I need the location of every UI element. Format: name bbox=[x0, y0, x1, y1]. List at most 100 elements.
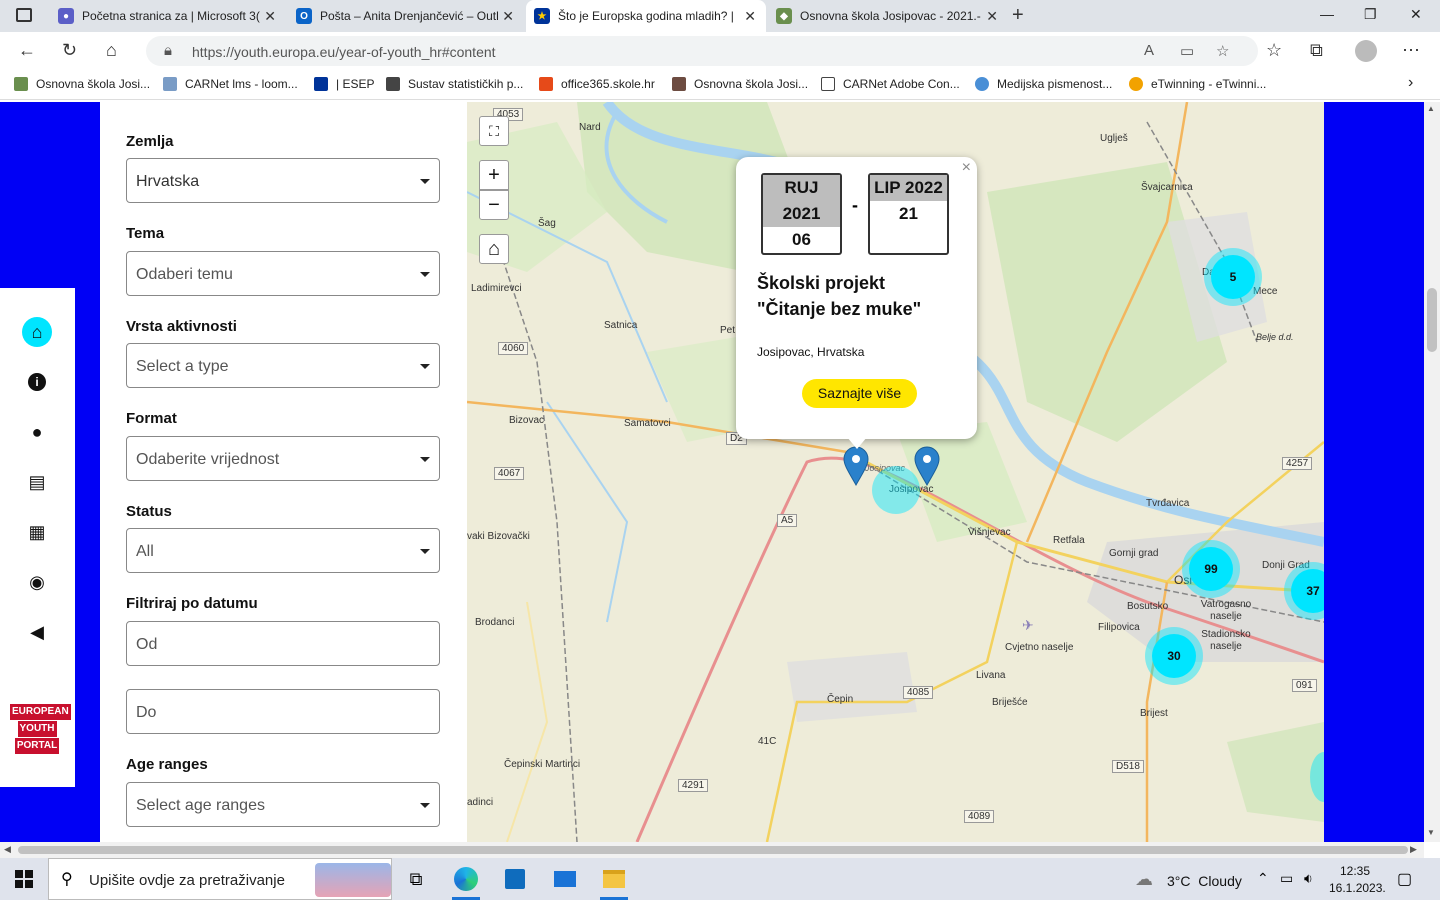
home-icon[interactable]: ⌂ bbox=[22, 317, 52, 347]
back-icon[interactable]: ← bbox=[18, 40, 36, 61]
learn-more-button[interactable]: Saznajte više bbox=[802, 379, 917, 408]
volume-icon[interactable]: 🔉︎ bbox=[1304, 870, 1313, 887]
browser-tab[interactable]: O Pošta – Anita Drenjančević – Outl ✕ bbox=[288, 0, 524, 32]
zoom-out-button[interactable]: − bbox=[479, 190, 509, 220]
date-from-input[interactable]: Od bbox=[126, 621, 440, 666]
close-icon[interactable]: × bbox=[962, 159, 971, 177]
scroll-right-icon[interactable]: ▶ bbox=[1410, 844, 1417, 855]
task-view-icon[interactable]: ⧉ bbox=[401, 864, 431, 894]
minimize-button[interactable]: — bbox=[1320, 6, 1334, 22]
scroll-down-icon[interactable]: ▼ bbox=[1427, 828, 1435, 837]
clock-time[interactable]: 12:35 bbox=[1340, 864, 1370, 878]
windows-taskbar: ⚲ Upišite ovdje za pretraživanje ⧉ ☁ 3°C… bbox=[0, 858, 1440, 900]
location-pin-icon[interactable] bbox=[843, 446, 869, 486]
activity-type-value: Select a type bbox=[136, 358, 229, 375]
end-date-box: LIP 2022 21 bbox=[868, 173, 949, 255]
bookmark-item[interactable]: eTwinning - eTwinni... bbox=[1129, 77, 1266, 91]
close-tab-icon[interactable]: ✕ bbox=[264, 8, 276, 25]
home-icon[interactable]: ⌂ bbox=[106, 40, 117, 61]
marker-cluster[interactable]: 30 bbox=[1145, 627, 1203, 685]
close-tab-icon[interactable]: ✕ bbox=[502, 8, 514, 25]
browser-tab-active[interactable]: ★ Što je Europska godina mladih? | ✕ bbox=[526, 0, 766, 32]
browser-tab[interactable]: ● Početna stranica za | Microsoft 3( ✕ bbox=[50, 0, 286, 32]
more-menu-icon[interactable]: ⋯ bbox=[1402, 40, 1420, 61]
bookmark-item[interactable]: Osnovna škola Josi... bbox=[672, 77, 808, 91]
library-icon[interactable]: ▦ bbox=[22, 517, 52, 547]
theme-select[interactable]: Odaberi temu bbox=[126, 251, 440, 296]
scrollbar-thumb[interactable] bbox=[1427, 288, 1437, 352]
end-day: 21 bbox=[899, 204, 918, 223]
activity-type-select[interactable]: Select a type bbox=[126, 343, 440, 388]
bookmarks-overflow-icon[interactable]: › bbox=[1408, 74, 1413, 92]
cloud-icon[interactable]: ☁ bbox=[1135, 869, 1153, 890]
new-tab-button[interactable]: + bbox=[1012, 4, 1024, 27]
bookmark-item[interactable]: Medijska pismenost... bbox=[975, 77, 1112, 91]
app-available-icon[interactable]: ▭ bbox=[1180, 42, 1194, 60]
profile-avatar[interactable] bbox=[1355, 40, 1377, 62]
megaphone-icon[interactable]: ◀ bbox=[22, 617, 52, 647]
location-pin-icon[interactable]: ● bbox=[22, 417, 52, 447]
network-icon[interactable]: ▭ bbox=[1280, 870, 1293, 887]
road-number: A5 bbox=[777, 514, 798, 527]
start-year: 2021 bbox=[763, 201, 840, 227]
edge-icon[interactable] bbox=[451, 864, 481, 894]
windows-start-icon[interactable] bbox=[9, 864, 39, 894]
country-select[interactable]: Hrvatska bbox=[126, 158, 440, 203]
date-to-input[interactable]: Do bbox=[126, 689, 440, 734]
address-bar[interactable]: 🔒︎ https://youth.europa.eu/year-of-youth… bbox=[146, 36, 1258, 66]
chat-icon[interactable]: ▤ bbox=[22, 467, 52, 497]
map-place-label: vaki Bizovački bbox=[467, 531, 530, 542]
clock-date[interactable]: 16.1.2023. bbox=[1329, 881, 1386, 895]
refresh-icon[interactable]: ↻ bbox=[62, 40, 77, 61]
compass-icon[interactable]: ◉ bbox=[22, 567, 52, 597]
scroll-left-icon[interactable]: ◀ bbox=[4, 844, 11, 855]
zoom-in-button[interactable]: + bbox=[479, 160, 509, 190]
status-value: All bbox=[136, 543, 154, 560]
file-explorer-icon[interactable] bbox=[599, 864, 629, 894]
bookmark-item[interactable]: CARNet lms - loom... bbox=[163, 77, 298, 91]
taskbar-search-box[interactable]: ⚲ Upišite ovdje za pretraživanje bbox=[48, 858, 392, 900]
collections-icon[interactable]: ⧉ bbox=[1310, 40, 1323, 61]
marker-cluster[interactable]: 5 bbox=[1204, 248, 1262, 306]
weather-text[interactable]: 3°C Cloudy bbox=[1167, 873, 1242, 889]
tab-actions-icon[interactable] bbox=[16, 8, 32, 22]
read-aloud-icon[interactable]: A bbox=[1144, 42, 1154, 59]
bookmark-item[interactable]: office365.skole.hr bbox=[539, 77, 655, 91]
favorites-icon[interactable]: ☆ bbox=[1266, 40, 1282, 61]
age-ranges-select[interactable]: Select age ranges bbox=[126, 782, 440, 827]
scrollbar-thumb[interactable] bbox=[18, 846, 1408, 854]
close-window-button[interactable]: ✕ bbox=[1410, 6, 1422, 23]
store-icon[interactable] bbox=[500, 864, 530, 894]
vertical-scrollbar[interactable]: ▲ ▼ bbox=[1424, 102, 1440, 842]
map-home-button[interactable]: ⌂ bbox=[479, 234, 509, 264]
european-youth-portal-logo[interactable]: EUROPEAN YOUTH PORTAL bbox=[10, 704, 71, 756]
bookmark-item[interactable]: Sustav statističkih p... bbox=[386, 77, 523, 91]
status-select[interactable]: All bbox=[126, 528, 440, 573]
restore-button[interactable]: ❐ bbox=[1364, 6, 1377, 23]
map-place-label: Nard bbox=[579, 122, 601, 133]
web-page: ⌂ i ● ▤ ▦ ◉ ◀ EUROPEAN YOUTH PORTAL Zeml… bbox=[0, 102, 1424, 842]
mail-icon[interactable] bbox=[550, 864, 580, 894]
lock-icon[interactable]: 🔒︎ bbox=[164, 42, 172, 59]
notifications-icon[interactable]: ▢ bbox=[1397, 869, 1412, 889]
location-pin-icon[interactable] bbox=[914, 446, 940, 486]
format-select[interactable]: Odaberite vrijednost bbox=[126, 436, 440, 481]
close-tab-icon[interactable]: ✕ bbox=[744, 8, 756, 25]
fullscreen-button[interactable]: ⛶ bbox=[479, 116, 509, 146]
favorite-star-icon[interactable]: ☆ bbox=[1216, 42, 1229, 60]
scroll-up-icon[interactable]: ▲ bbox=[1427, 104, 1435, 113]
activity-map[interactable]: Nard Uglješ Švajcarnica Šag Ladimirevci … bbox=[467, 102, 1324, 842]
close-tab-icon[interactable]: ✕ bbox=[986, 8, 998, 25]
bookmark-item[interactable]: | ESEP bbox=[314, 77, 374, 91]
browser-tab[interactable]: ◆ Osnovna škola Josipovac - 2021.- ✕ bbox=[768, 0, 1008, 32]
info-icon[interactable]: i bbox=[22, 367, 52, 397]
bookmark-item[interactable]: Osnovna škola Josi... bbox=[14, 77, 150, 91]
format-value: Odaberite vrijednost bbox=[136, 451, 280, 468]
age-ranges-label: Age ranges bbox=[126, 756, 208, 773]
activity-title: Školski projekt "Čitanje bez muke" bbox=[757, 273, 922, 319]
chevron-up-icon[interactable]: ⌃ bbox=[1257, 870, 1269, 887]
bookmark-item[interactable]: CARNet Adobe Con... bbox=[821, 77, 960, 91]
browser-tab-bar: ● Početna stranica za | Microsoft 3( ✕ O… bbox=[0, 0, 1440, 32]
marker-cluster[interactable]: 99 bbox=[1182, 540, 1240, 598]
horizontal-scrollbar[interactable]: ◀ ▶ bbox=[0, 842, 1424, 858]
